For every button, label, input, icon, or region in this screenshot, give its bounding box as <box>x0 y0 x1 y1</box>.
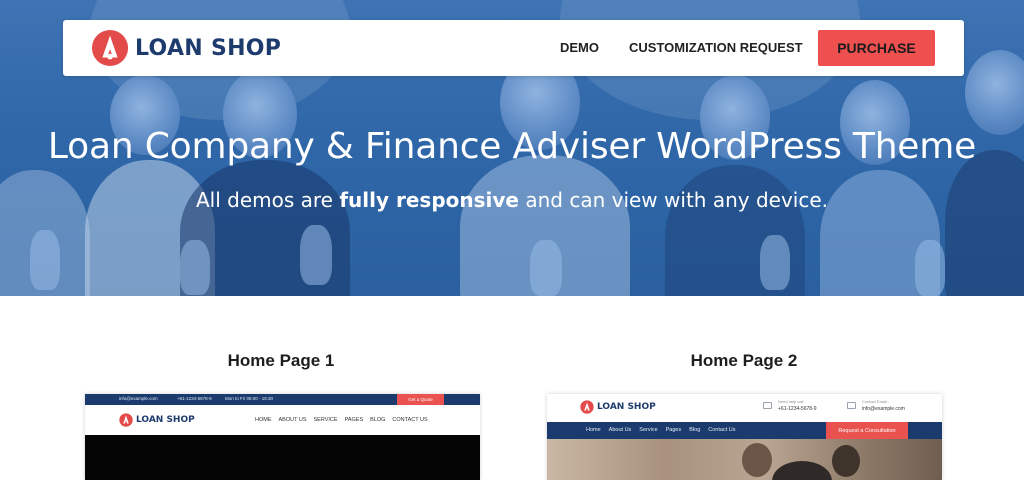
hero-subtitle-text: All demos are <box>195 188 340 212</box>
preview-menu-item: Service <box>639 427 658 433</box>
preview-brand-logo: LOAN SHOP <box>119 413 195 427</box>
top-navbar: LOAN SHOP DEMO CUSTOMIZATION REQUEST PUR… <box>63 20 964 76</box>
nav-customization-request-link[interactable]: CUSTOMIZATION REQUEST <box>629 40 803 55</box>
preview-hours: Mon to Fri 08:00 - 16:30 <box>225 396 274 401</box>
preview-navbar: Home About Us Service Pages Blog Contact… <box>547 422 942 439</box>
preview-email: info@example.com <box>119 396 158 401</box>
loan-shop-logo-icon <box>91 29 129 67</box>
demo-preview-home-page-2[interactable]: LOAN SHOP Need help call : +61-1234-5678… <box>547 394 942 480</box>
brand-logo[interactable]: LOAN SHOP <box>91 29 281 67</box>
preview-navbar: LOAN SHOP HOME ABOUT US SERVICE PAGES BL… <box>85 405 480 435</box>
preview-menu-item: ABOUT US <box>278 417 307 423</box>
loan-shop-logo-icon <box>580 400 594 414</box>
hero-subtitle: All demos are fully responsive and can v… <box>0 188 1024 212</box>
demo-preview-home-page-1[interactable]: info@example.com +61-1234-5678-9 Mon to … <box>85 394 480 480</box>
preview-menu-item: Contact Us <box>708 427 736 433</box>
preview-header: LOAN SHOP Need help call : +61-1234-5678… <box>547 394 942 422</box>
preview-contact-label: Contact Email : <box>862 399 890 404</box>
demo-title-home-page-1: Home Page 1 <box>227 351 335 370</box>
preview-consultation-button: Request a Consultation <box>826 422 908 439</box>
preview-topbar: info@example.com +61-1234-5678-9 Mon to … <box>85 394 480 405</box>
phone-icon <box>763 402 772 409</box>
preview-menu-item: Blog <box>689 427 701 433</box>
preview-get-quote-button: Get a Quote <box>397 394 444 405</box>
hero-title: Loan Company & Finance Adviser WordPress… <box>47 126 977 167</box>
preview-contact-label: Need help call : <box>778 399 806 404</box>
preview-menu-item: Home <box>586 427 601 433</box>
preview-hero-image <box>85 435 480 480</box>
hero-subtitle-text: and can view with any device. <box>518 188 828 212</box>
preview-menu-item: PAGES <box>344 417 364 423</box>
preview-brand-logo: LOAN SHOP <box>580 400 656 414</box>
preview-menu: Home About Us Service Pages Blog Contact… <box>586 427 735 433</box>
preview-menu-item: CONTACT US <box>392 417 428 423</box>
nav-demo-link[interactable]: DEMO <box>560 40 599 55</box>
brand-name: LOAN SHOP <box>135 35 282 61</box>
loan-shop-logo-icon <box>119 413 133 427</box>
preview-phone: +61-1234-5678-9 <box>177 396 212 401</box>
mail-icon <box>847 402 856 409</box>
preview-menu-item: SERVICE <box>313 417 338 423</box>
preview-menu-item: HOME <box>255 417 272 423</box>
purchase-button[interactable]: PURCHASE <box>818 30 935 66</box>
hero-subtitle-emphasis: fully responsive <box>339 188 519 212</box>
preview-contact-value: +61-1234-5678-9 <box>778 406 817 412</box>
demo-title-home-page-2: Home Page 2 <box>690 351 798 370</box>
preview-contact-value: info@example.com <box>862 406 905 412</box>
preview-menu: HOME ABOUT US SERVICE PAGES BLOG CONTACT… <box>255 417 428 423</box>
preview-brand-name: LOAN SHOP <box>136 415 195 425</box>
preview-hero-photo <box>547 439 942 480</box>
preview-menu-item: About Us <box>608 427 632 433</box>
preview-menu-item: BLOG <box>370 417 386 423</box>
preview-menu-item: Pages <box>665 427 682 433</box>
preview-brand-name: LOAN SHOP <box>597 402 656 412</box>
